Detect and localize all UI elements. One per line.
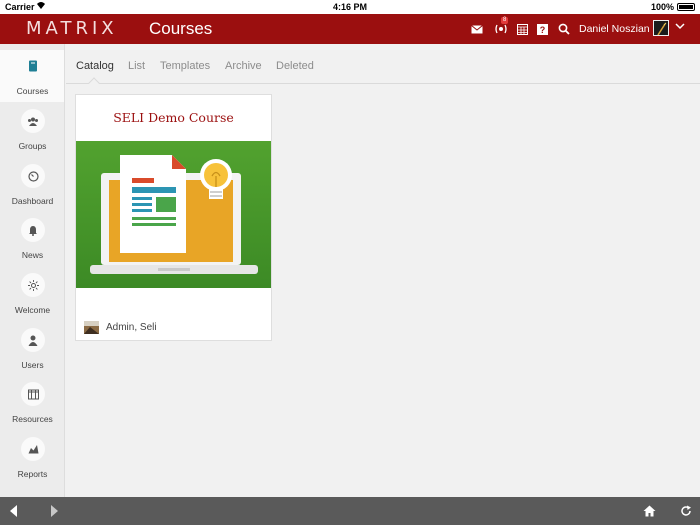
forward-arrow-icon[interactable] (46, 503, 62, 519)
notification-badge: 8 (501, 17, 509, 24)
home-icon[interactable] (641, 503, 657, 519)
matrix-logo[interactable]: MATRIX (26, 18, 118, 39)
sidebar-item-welcome[interactable]: Welcome (0, 269, 64, 323)
mail-icon[interactable] (470, 22, 484, 36)
course-title[interactable]: SELI Demo Course (76, 110, 271, 125)
bottom-toolbar (0, 497, 700, 525)
notifications-icon[interactable] (494, 22, 508, 36)
sidebar-item-courses[interactable]: Courses (0, 50, 64, 102)
user-icon (21, 328, 45, 352)
book-icon (21, 54, 45, 78)
groups-icon (21, 109, 45, 133)
user-avatar[interactable] (653, 20, 669, 36)
author-name: Admin, Seli (106, 322, 157, 333)
sidebar-item-reports[interactable]: Reports (0, 433, 64, 487)
course-thumbnail[interactable] (76, 141, 271, 288)
author-avatar (84, 321, 99, 334)
course-tabs: Catalog List Templates Archive Deleted (66, 44, 700, 89)
page-title: Courses (149, 19, 213, 38)
sidebar-item-resources[interactable]: Resources (0, 378, 64, 432)
sidebar-item-label: Welcome (14, 305, 51, 315)
tab-deleted[interactable]: Deleted (276, 60, 314, 72)
clock-label: 4:16 PM (332, 2, 367, 12)
svg-text:?: ? (539, 25, 545, 35)
sidebar-item-users[interactable]: Users (0, 324, 64, 378)
sidebar-item-label: Users (21, 360, 44, 370)
user-name[interactable]: Daniel Noszian (579, 23, 650, 35)
tab-archive[interactable]: Archive (225, 60, 262, 72)
search-icon[interactable] (557, 22, 571, 36)
active-tab-indicator (88, 77, 100, 89)
back-arrow-icon[interactable] (6, 503, 22, 519)
help-icon[interactable]: ? (535, 22, 549, 36)
course-card[interactable]: SELI Demo Course Admin, Seli (75, 94, 272, 341)
tab-list[interactable]: List (128, 60, 145, 72)
sidebar-nav: Courses Groups Dashboard News Welcome Us… (0, 44, 65, 497)
sidebar-item-label: News (21, 250, 44, 260)
sidebar-item-dashboard[interactable]: Dashboard (0, 160, 64, 214)
dashboard-icon (21, 164, 45, 188)
resources-icon (21, 382, 45, 406)
battery-percent: 100% (650, 2, 674, 12)
sidebar-item-label: Dashboard (11, 196, 54, 206)
sidebar-item-label: Courses (16, 86, 49, 96)
chevron-down-icon[interactable] (675, 21, 685, 33)
refresh-icon[interactable] (678, 503, 694, 519)
bell-icon (21, 218, 45, 242)
tab-templates[interactable]: Templates (160, 60, 210, 72)
app-header: MATRIX Courses 8 ? Daniel Noszian (0, 14, 700, 44)
sidebar-item-label: Groups (18, 141, 47, 151)
sidebar-item-label: Resources (12, 414, 53, 424)
sidebar-item-groups[interactable]: Groups (0, 105, 64, 159)
sidebar-item-news[interactable]: News (0, 214, 64, 268)
battery-icon (677, 3, 695, 11)
reports-icon (21, 437, 45, 461)
sun-icon (21, 273, 45, 297)
calendar-icon[interactable] (515, 22, 529, 36)
tab-catalog[interactable]: Catalog (76, 60, 114, 72)
sidebar-item-label: Reports (17, 469, 48, 479)
ios-status-bar: Carrier 4:16 PM 100% (0, 0, 700, 14)
